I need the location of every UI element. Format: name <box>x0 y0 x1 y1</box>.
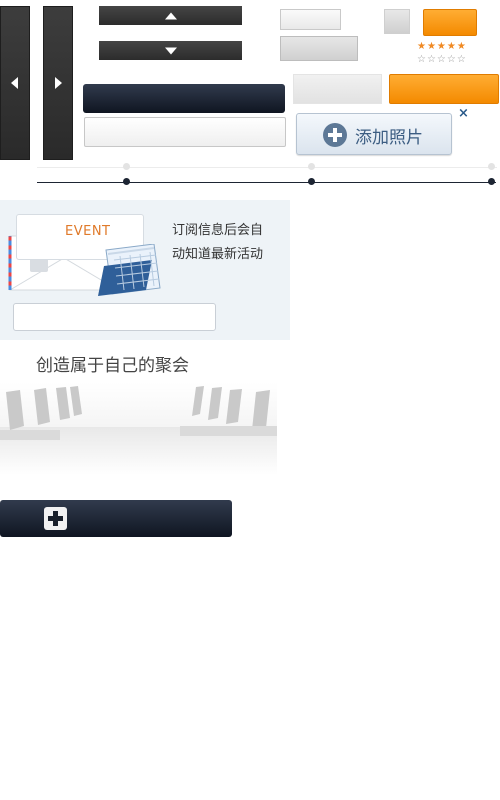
prev-arrow-button[interactable] <box>0 6 30 160</box>
plus-circle-icon <box>323 123 347 147</box>
orange-button-large[interactable] <box>389 74 499 104</box>
event-text-line: 动知道最新活动 <box>172 247 264 262</box>
plus-icon <box>44 507 67 530</box>
grey-button-pressed[interactable] <box>280 36 358 61</box>
event-subscribe-panel: EVENT 订阅信息后会自 动知道最新活动 <box>0 200 290 340</box>
rating-stars-empty[interactable]: ☆☆☆☆☆ <box>417 54 479 66</box>
timeline-track <box>37 182 496 183</box>
timeline-dot-light <box>488 163 495 170</box>
timeline-dot-light <box>308 163 315 170</box>
timeline-dot[interactable] <box>488 178 495 185</box>
event-description: 订阅信息后会自 动知道最新活动 <box>172 219 284 267</box>
add-button-dark[interactable] <box>0 500 232 537</box>
grey-button-normal[interactable] <box>280 9 341 30</box>
scroll-down-button[interactable] <box>99 41 242 60</box>
star-empty-icon: ☆☆☆☆☆ <box>417 54 467 65</box>
add-photo-label: 添加照片 <box>355 128 423 148</box>
timeline-dot-light <box>123 163 130 170</box>
timeline-track-light <box>37 167 497 168</box>
calendar-icon <box>98 244 161 296</box>
meeting-banner-title: 创造属于自己的聚会 <box>36 356 189 376</box>
add-photo-button[interactable]: 添加照片 <box>296 113 452 155</box>
next-arrow-button[interactable] <box>43 6 73 160</box>
caret-down-icon <box>164 47 177 54</box>
arrow-right-icon <box>55 77 62 89</box>
event-text-line: 订阅信息后会自 <box>172 223 264 238</box>
meeting-banner: 创造属于自己的聚会 <box>0 342 277 475</box>
scroll-up-button[interactable] <box>99 6 242 25</box>
arrow-left-icon <box>11 77 18 89</box>
meeting-chairs-image <box>0 386 277 475</box>
event-badge: EVENT <box>65 224 111 239</box>
timeline-dot[interactable] <box>308 178 315 185</box>
caret-up-icon <box>164 12 177 19</box>
grey-button-large[interactable] <box>293 74 382 104</box>
close-icon[interactable]: × <box>458 106 469 121</box>
subscribe-email-input[interactable] <box>13 303 216 331</box>
orange-button-small[interactable] <box>423 9 477 36</box>
star-filled-icon: ★★★★★ <box>417 41 467 52</box>
grey-square-button[interactable] <box>384 9 410 34</box>
rating-stars-filled[interactable]: ★★★★★ <box>417 41 479 53</box>
timeline-dot[interactable] <box>123 178 130 185</box>
text-input-light[interactable] <box>84 117 286 147</box>
dark-navy-button[interactable] <box>83 84 285 113</box>
